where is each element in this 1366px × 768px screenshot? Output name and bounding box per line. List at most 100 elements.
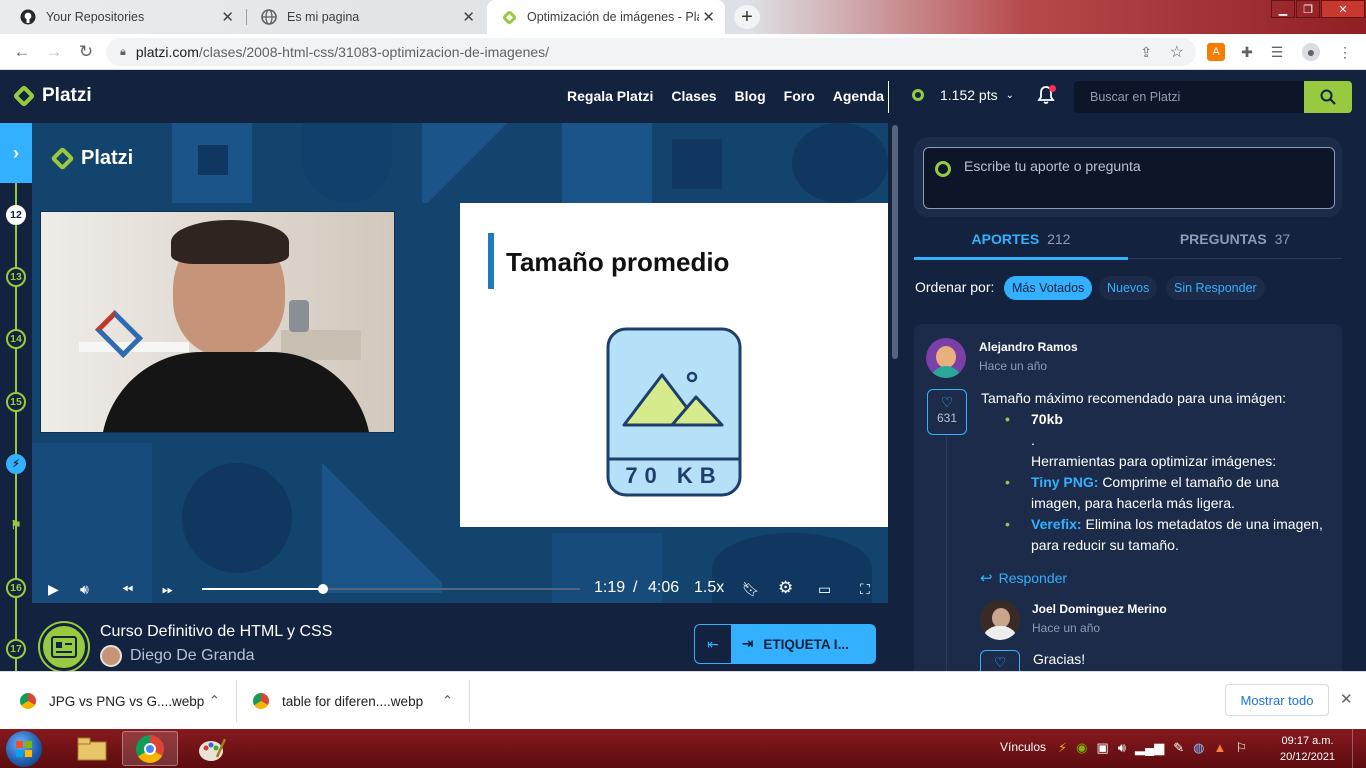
tray-tool-icon[interactable]: ✎ [1173,740,1184,756]
points-dropdown[interactable]: 1.152 pts ⌄ [912,87,1014,103]
speaker-icon[interactable]: 🔊︎ [1118,740,1126,756]
teacher-name[interactable]: Diego De Granda [130,647,255,665]
download-item-1[interactable]: JPG vs PNG vs G....webp ⌃ [20,672,236,730]
rail-class-16[interactable]: 16 [6,578,26,598]
window-close-button[interactable]: ✕ [1321,0,1365,18]
sort-nuevos[interactable]: Nuevos [1099,276,1158,300]
contribution-input[interactable]: Escribe tu aporte o pregunta [923,147,1335,209]
verefix-link[interactable]: Verefix: [1031,516,1082,532]
progress-track[interactable] [202,584,580,594]
picture-in-picture-icon[interactable]: ▭ [818,581,831,598]
rail-lightning-icon[interactable]: ⚡︎ [6,454,26,474]
back-arrow-icon[interactable]: ← [10,40,34,64]
download-item-2[interactable]: table for diferen....webp ⌃ [253,672,469,730]
chrome-taskbar-icon[interactable] [122,731,178,766]
bookmark-icon[interactable]: 🔖︎ [742,581,760,598]
clock[interactable]: 09:17 a.m. 20/12/2021 [1280,733,1335,765]
play-icon[interactable]: ▶ [48,581,59,598]
rail-class-14[interactable]: 14 [6,329,26,349]
address-bar[interactable]: 🔒︎ platzi.com/clases/2008-html-css/31083… [106,38,1196,66]
minimize-button[interactable]: ▁ [1271,0,1295,18]
scrollbar-thumb[interactable] [892,125,898,359]
platzi-logo[interactable]: Platzi [12,84,92,108]
media-list-icon[interactable]: ☰ [1268,43,1286,61]
tray-fox-icon[interactable]: ▲ [1213,740,1226,756]
page-scrollbar[interactable] [888,123,902,671]
bookmark-star-icon[interactable]: ☆ [1170,42,1184,62]
chevron-up-icon[interactable]: ⌃ [209,693,220,709]
paint-icon[interactable] [184,731,240,766]
tab-es-mi-pagina[interactable]: Es mi pagina ✕ [247,0,485,34]
chevron-up-icon[interactable]: ⌃ [442,693,453,709]
tab-preguntas[interactable]: PREGUNTAS 37 [1128,231,1342,247]
nav-regala-platzi[interactable]: Regala Platzi [567,88,653,104]
rail-class-13[interactable]: 13 [6,267,26,287]
rail-class-17[interactable]: 17 [6,639,26,659]
nvidia-icon[interactable]: ◉ [1076,740,1087,756]
profile-avatar-icon[interactable]: ● [1302,43,1320,61]
notifications-bell-icon[interactable] [1036,85,1058,107]
nav-agenda[interactable]: Agenda [833,88,884,104]
network-signal-icon[interactable]: ▂▄▆ [1135,740,1164,756]
reply-author-name[interactable]: Joel Dominguez Merino [1032,602,1167,616]
ask-box: Escribe tu aporte o pregunta [914,137,1342,217]
forward-arrow-icon[interactable]: → [42,40,66,64]
reply-like-button[interactable]: ♡ [980,650,1020,671]
course-info-bar: Curso Definitivo de HTML y CSS Diego De … [32,603,888,671]
author-name[interactable]: Alejandro Ramos [979,340,1078,354]
rail-class-15[interactable]: 15 [6,392,26,412]
volume-icon[interactable]: 🔊︎ [80,581,89,598]
extension-icon[interactable]: A [1207,43,1225,61]
action-center-flag-icon[interactable]: ⚐ [1235,740,1247,756]
menu-kebab-icon[interactable]: ⋮ [1336,43,1354,61]
course-badge-icon[interactable] [40,623,88,671]
settings-gear-icon[interactable]: ⚙ [778,578,793,598]
search-input[interactable]: Buscar en Platzi [1074,81,1304,113]
like-button[interactable]: ♡ 631 [927,389,967,435]
rail-flag-icon[interactable]: ⚑ [6,515,26,535]
author-avatar[interactable] [926,338,966,378]
start-button[interactable] [6,731,42,767]
tray-monitor-icon[interactable]: ▣ [1096,740,1108,756]
next-class-button[interactable]: ⇥ ETIQUETA I... [732,624,876,664]
file-explorer-icon[interactable] [64,731,120,766]
course-title[interactable]: Curso Definitivo de HTML y CSS [100,623,332,641]
panel-scrollbar[interactable] [1352,123,1366,671]
close-icon[interactable]: ✕ [221,8,234,26]
fast-forward-icon[interactable]: ⏩︎ [162,581,173,598]
close-icon[interactable]: ✕ [462,8,475,26]
maximize-button[interactable]: ❐ [1296,0,1320,18]
tab-aportes[interactable]: APORTES 212 [914,231,1128,247]
new-tab-button[interactable]: + [734,5,760,29]
rewind-icon[interactable]: ⏪︎ [122,581,133,598]
search-button[interactable] [1304,81,1352,113]
nav-blog[interactable]: Blog [735,88,766,104]
sort-mas-votados[interactable]: Más Votados [1004,276,1093,300]
share-icon[interactable]: ⇪ [1140,44,1152,61]
tab-your-repositories[interactable]: Your Repositories ✕ [6,0,244,34]
reload-icon[interactable]: ↻ [74,40,98,64]
nav-clases[interactable]: Clases [671,88,716,104]
tinypng-link[interactable]: Tiny PNG: [1031,474,1098,490]
video-player[interactable]: Platzi Tamaño promedio 70 KB [32,123,888,603]
reply-author-avatar[interactable] [980,600,1020,640]
playback-speed[interactable]: 1.5x [694,579,724,597]
show-desktop-button[interactable] [1352,729,1366,768]
puzzle-icon[interactable]: ✚ [1238,43,1256,61]
sort-sin-responder[interactable]: Sin Responder [1166,276,1265,300]
progress-handle[interactable] [317,584,328,594]
close-icon[interactable]: ✕ [702,8,715,26]
expand-rail-button[interactable]: › [0,123,32,183]
tray-globe-icon[interactable]: ◍ [1193,740,1204,756]
rail-class-12[interactable]: 12 [6,205,26,225]
close-downloads-icon[interactable]: ✕ [1340,690,1353,708]
nav-foro[interactable]: Foro [784,88,815,104]
previous-class-button[interactable]: ⇤ [694,624,732,664]
fullscreen-icon[interactable]: ⛶ [860,581,870,598]
show-all-downloads-button[interactable]: Mostrar todo [1225,684,1329,716]
post-intro: Tamaño máximo recomendado para una imáge… [981,390,1287,406]
links-toolbar-label[interactable]: Vínculos [1000,740,1046,754]
reply-button[interactable]: ↩ Responder [980,569,1067,587]
tray-app-icon[interactable]: ⚡︎ [1058,740,1067,756]
tab-optimizacion-imagenes[interactable]: Optimización de imágenes - Platzi ✕ [487,0,725,34]
